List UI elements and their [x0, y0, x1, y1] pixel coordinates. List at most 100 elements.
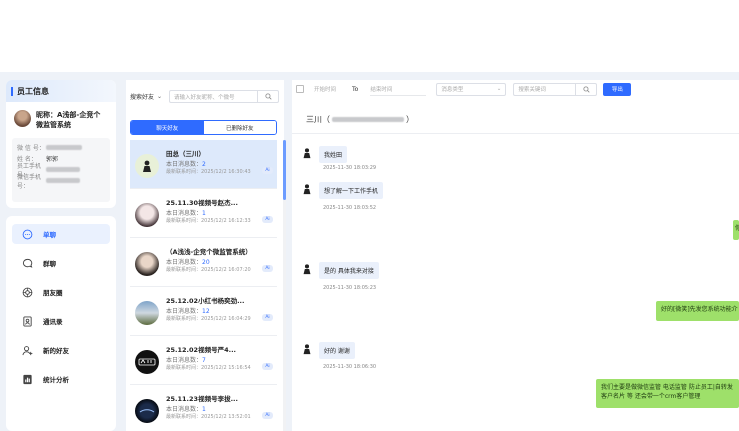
chat-title: 三川（ ）	[306, 114, 414, 125]
search-button[interactable]	[257, 90, 279, 103]
keyword-search-input[interactable]: 搜索关键词	[513, 82, 576, 96]
employee-info-header: 员工信息	[6, 80, 116, 102]
new-friend-icon	[21, 344, 33, 356]
friend-msg-count: 本日消息数：20	[166, 259, 210, 266]
contacts-icon	[21, 315, 33, 327]
incoming-message: 是的 具体我来对接	[300, 262, 379, 279]
friend-item[interactable]: 25.12.02视频号严4... 本日消息数：7 最新联系时间：2025/12/…	[130, 336, 277, 385]
menu-item-new-friends[interactable]: 新的好友	[12, 340, 110, 360]
message-type-placeholder: 消息类型	[441, 87, 464, 93]
employee-info-title: 员工信息	[17, 86, 49, 96]
friend-name: 25.12.02视频号严4...	[166, 346, 237, 354]
scrollbar-thumb[interactable]	[283, 140, 286, 200]
message-bubble: 是的 具体我来对接	[319, 262, 379, 279]
friend-msg-count: 本日消息数：7	[166, 357, 206, 364]
end-time-input[interactable]: 结束时间	[370, 82, 427, 96]
chat-contact-name: 三川（	[306, 115, 330, 124]
friend-avatar	[135, 252, 159, 276]
friend-last-contact: 最新联系时间：2025/12/2 16:12:33	[166, 218, 251, 224]
friends-panel: 搜索好友 ⌄ 请输入好友昵称、个微号 聊天好友 已删除好友 田总（三川） 本日消…	[126, 80, 284, 431]
ai-badge: Ai	[262, 216, 273, 223]
friend-last-contact: 最新联系时间：2025/12/2 16:07:20	[166, 267, 251, 273]
message-timestamp: 2025-11-30 18:06:30	[323, 364, 377, 370]
export-button[interactable]: 导出	[603, 82, 632, 96]
ai-badge: Ai	[262, 412, 273, 419]
tab-chat-friends[interactable]: 聊天好友	[131, 121, 204, 134]
chat-bubble-icon	[21, 228, 33, 240]
menu-label: 朋友圈	[43, 289, 63, 297]
friend-avatar	[135, 301, 159, 325]
chevron-down-icon: ⌄	[157, 93, 163, 100]
menu-item-contacts[interactable]: 通讯录	[12, 311, 110, 331]
ai-badge: Ai	[262, 265, 273, 272]
friend-list: 田总（三川） 本日消息数：2 最新联系时间：2025/12/2 16:30:43…	[130, 140, 277, 431]
menu-item-statistics[interactable]: 统计分析	[12, 369, 110, 389]
message-timestamp: 2025-11-30 18:05:23	[323, 285, 377, 291]
message-timestamp: 2025-11-30 18:03:29	[323, 165, 377, 171]
chat-filters: 开始时间 To 结束时间 消息类型 ⌄ 搜索关键词 导出	[296, 82, 632, 96]
menu-label: 单聊	[43, 231, 56, 239]
friend-search-input[interactable]: 请输入好友昵称、个微号	[169, 90, 257, 103]
friend-last-contact: 最新联系时间：2025/12/2 15:16:54	[166, 365, 251, 371]
redacted-wechat-id	[332, 117, 404, 122]
field-value: 郭郭	[46, 156, 59, 163]
contact-avatar-icon	[300, 182, 314, 196]
menu-item-moments[interactable]: 朋友圈	[12, 282, 110, 302]
friend-name: 25.12.02小红书杨奕劲...	[166, 297, 245, 305]
calendar-icon	[296, 85, 304, 93]
outgoing-message-bubble: 好的[微笑]先发您系统功能介	[656, 301, 739, 321]
message-type-select[interactable]: 消息类型 ⌄	[436, 82, 507, 96]
friend-search: 搜索好友 ⌄ 请输入好友昵称、个微号	[130, 90, 279, 103]
tab-deleted-friends[interactable]: 已删除好友	[203, 121, 276, 134]
date-range-separator: To	[352, 85, 359, 93]
search-icon	[583, 85, 590, 93]
friend-item[interactable]: 25.11.30视频号赵杰... 本日消息数：1 最新联系时间：2025/12/…	[130, 189, 277, 238]
incoming-message: 我姓田	[300, 146, 348, 163]
ai-badge: Ai	[262, 167, 273, 174]
employee-profile: 昵称：A浅部-企竞个微监管系统	[6, 102, 116, 130]
friend-item[interactable]: 25.12.02小红书杨奕劲... 本日消息数：12 最新联系时间：2025/1…	[130, 287, 277, 336]
ai-badge: Ai	[262, 363, 273, 370]
chat-title-close: ）	[406, 115, 414, 124]
chat-divider	[292, 133, 739, 134]
ai-badge: Ai	[262, 314, 273, 321]
friend-msg-count: 本日消息数：1	[166, 406, 206, 413]
section-accent-bar	[11, 86, 13, 96]
menu-label: 通讯录	[43, 318, 63, 326]
redacted-value	[46, 178, 80, 183]
menu-label: 新的好友	[43, 347, 69, 355]
start-time-input[interactable]: 开始时间	[314, 85, 352, 93]
employee-fields: 微 信 号： 姓 名： 郭郭 员工手机号： 微信手机号：	[12, 138, 110, 202]
friend-msg-count: 本日消息数：2	[166, 161, 206, 168]
contact-avatar-icon	[300, 342, 314, 356]
search-type-select[interactable]: 搜索好友 ⌄	[130, 92, 169, 101]
statistics-icon	[21, 373, 33, 385]
incoming-message: 想了解一下工作手机	[300, 182, 384, 199]
friend-msg-count: 本日消息数：12	[166, 308, 210, 315]
employee-field-wechat-phone: 微信手机号：	[17, 174, 105, 190]
menu-item-group-chat[interactable]: 群聊	[12, 253, 110, 273]
friend-item[interactable]: 田总（三川） 本日消息数：2 最新联系时间：2025/12/2 16:30:43…	[130, 140, 277, 189]
employee-info-card: 员工信息 昵称：A浅部-企竞个微监管系统 微 信 号： 姓 名： 郭郭 员工手机…	[6, 80, 116, 208]
message-bubble: 我姓田	[319, 146, 348, 163]
friend-tabs: 聊天好友 已删除好友	[130, 120, 277, 135]
friend-avatar	[135, 203, 159, 227]
contact-avatar-icon	[300, 262, 314, 276]
chevron-down-icon: ⌄	[496, 86, 502, 92]
friend-avatar	[135, 154, 159, 178]
contact-avatar-icon	[300, 146, 314, 160]
friend-msg-count: 本日消息数：1	[166, 210, 206, 217]
outgoing-message-bubble: 我们主要是做微信监管 电话监管 防止员工|自转发客户名片 等 还会带一个crm客…	[596, 379, 739, 408]
field-label: 微 信 号：	[17, 145, 45, 152]
message-timestamp: 2025-11-30 18:03:52	[323, 205, 377, 211]
friend-avatar	[135, 399, 159, 423]
message-bubble: 好的 谢谢	[319, 342, 355, 359]
field-label: 微信手机号：	[17, 173, 42, 190]
keyword-search-button[interactable]	[575, 82, 598, 96]
menu-item-single-chat[interactable]: 单聊	[12, 224, 110, 244]
menu-label: 群聊	[43, 260, 56, 268]
incoming-message: 好的 谢谢	[300, 342, 355, 359]
friend-item[interactable]: 25.11.23视频号李拔... 本日消息数：1 最新联系时间：2025/12/…	[130, 385, 277, 431]
friend-item[interactable]: （A浅浅-企竞个微监管系统） 本日消息数：20 最新联系时间：2025/12/2…	[130, 238, 277, 287]
search-type-value: 搜索好友	[130, 94, 155, 101]
